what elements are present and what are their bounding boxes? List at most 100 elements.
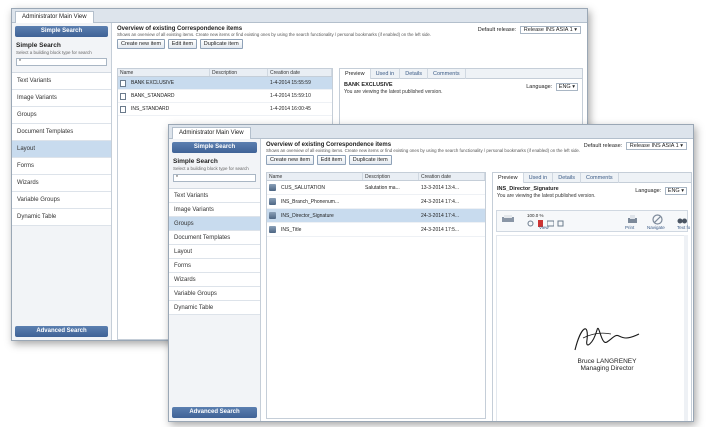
sidebar-item-layout[interactable]: Layout [169, 245, 260, 259]
sidebar-item-image-variants[interactable]: Image Variants [169, 203, 260, 217]
signature-image [574, 327, 640, 351]
advanced-search-button[interactable]: Advanced Search [15, 326, 108, 337]
search-input[interactable]: * [16, 58, 107, 66]
sidebar-description: Select a building block type for search [16, 50, 92, 55]
print-icon[interactable] [627, 214, 638, 225]
advanced-search-button[interactable]: Advanced Search [172, 407, 257, 418]
toolbar-label-print[interactable]: Print [625, 225, 634, 230]
window-tabbar: Administrator Main View [12, 9, 587, 23]
sidebar-item-groups[interactable]: Groups [12, 107, 111, 124]
tab-comments[interactable]: Comments [581, 173, 619, 183]
duplicate-item-button[interactable]: Duplicate item [348, 155, 392, 165]
copy-icon[interactable] [557, 220, 564, 227]
tab-administrator-main-view[interactable]: Administrator Main View [172, 127, 251, 139]
sidebar-item-dynamic-table[interactable]: Dynamic Table [12, 209, 111, 226]
release-label: Default release: [583, 143, 623, 149]
table-row[interactable]: INS_Director_Signature 24-3-2014 17:4... [267, 209, 485, 223]
chevron-down-icon: ▾ [572, 84, 575, 90]
table-row[interactable]: INS_Title 24-3-2014 17:5... [267, 223, 485, 237]
action-buttons: Create new item Edit item Duplicate item [113, 37, 587, 51]
toolbar-label-view[interactable]: View [539, 225, 549, 230]
release-selector: Default release: Release INS ASIA 1 ▾ [584, 142, 687, 150]
table-row[interactable]: BANK_STANDARD 1-4-2014 15:59:10 [118, 90, 332, 103]
sidebar-item-document-templates[interactable]: Document Templates [12, 124, 111, 141]
toolbar-label-text-format[interactable]: Text fo [677, 225, 690, 230]
tab-preview[interactable]: Preview [340, 69, 371, 79]
create-new-item-button[interactable]: Create new item [117, 39, 166, 49]
row-name: INS_Director_Signature [281, 212, 334, 219]
sidebar-item-variable-groups[interactable]: Variable Groups [169, 287, 260, 301]
tab-details[interactable]: Details [553, 173, 582, 183]
sidebar-item-forms[interactable]: Forms [12, 158, 111, 175]
edit-item-button[interactable]: Edit item [167, 39, 198, 49]
row-date: 1-4-2014 15:55:59 [270, 80, 311, 86]
main-panel: Overview of existing Correspondence item… [262, 139, 693, 421]
row-date: 13-3-2014 13:4... [421, 184, 460, 191]
table-row[interactable]: BANK EXCLUSIVE 1-4-2014 15:55:59 [118, 77, 332, 90]
column-description[interactable]: Description [210, 69, 268, 76]
release-selector: Default release: Release INS ASIA 1 ▾ [478, 26, 581, 34]
preview-scrollbar[interactable] [684, 235, 688, 421]
release-select[interactable]: Release INS ASIA 1 ▾ [519, 26, 581, 34]
release-select[interactable]: Release INS ASIA 1 ▾ [625, 142, 687, 150]
table-row[interactable]: INS_STANDARD 1-4-2014 16:00:45 [118, 103, 332, 116]
chevron-down-icon: ▾ [681, 188, 684, 194]
sidebar-item-layout[interactable]: Layout [12, 141, 111, 158]
toolbar-label-navigate[interactable]: Navigate [647, 225, 665, 230]
language-selector: Language: ENG ▾ [635, 187, 687, 195]
language-select[interactable]: ENG ▾ [664, 187, 687, 195]
column-description[interactable]: Description [363, 173, 419, 180]
building-block-list: Text Variants Image Variants Groups Docu… [169, 188, 260, 315]
language-select[interactable]: ENG ▾ [555, 83, 578, 91]
binoculars-icon[interactable] [677, 214, 687, 225]
tab-details[interactable]: Details [400, 69, 429, 79]
edit-item-button[interactable]: Edit item [316, 155, 347, 165]
row-date: 1-4-2014 15:59:10 [270, 93, 311, 99]
column-creation-date[interactable]: Creation date [419, 173, 485, 180]
column-name[interactable]: Name [267, 173, 363, 180]
rotate-icon[interactable] [527, 220, 534, 227]
sidebar-item-document-templates[interactable]: Document Templates [169, 231, 260, 245]
zoom-select[interactable]: 100.0 % [527, 213, 544, 218]
simple-search-button[interactable]: Simple Search [15, 26, 108, 37]
tab-preview[interactable]: Preview [493, 173, 524, 183]
action-buttons: Create new item Edit item Duplicate item [262, 153, 693, 167]
sidebar-item-wizards[interactable]: Wizards [12, 175, 111, 192]
window-tabbar: Administrator Main View [169, 125, 693, 139]
sidebar-item-text-variants[interactable]: Text Variants [169, 189, 260, 203]
column-creation-date[interactable]: Creation date [268, 69, 332, 76]
tab-administrator-main-view[interactable]: Administrator Main View [15, 11, 94, 23]
column-name[interactable]: Name [118, 69, 210, 76]
sidebar-item-dynamic-table[interactable]: Dynamic Table [169, 301, 260, 315]
search-input[interactable]: * [173, 174, 256, 182]
sidebar-item-text-variants[interactable]: Text Variants [12, 73, 111, 90]
tab-comments[interactable]: Comments [428, 69, 466, 79]
sidebar: Simple Search Simple Search Select a bui… [169, 139, 261, 421]
sidebar-description: Select a building block type for search [173, 166, 249, 171]
sidebar-item-forms[interactable]: Forms [169, 259, 260, 273]
table-header: Name Description Creation date [118, 69, 332, 77]
row-date: 24-3-2014 17:5... [421, 226, 460, 233]
simple-search-button[interactable]: Simple Search [172, 142, 257, 153]
group-icon [269, 198, 276, 205]
sidebar-item-variable-groups[interactable]: Variable Groups [12, 192, 111, 209]
language-label: Language: [526, 84, 553, 90]
sidebar-title: Simple Search [16, 42, 61, 49]
tab-used-in[interactable]: Used in [524, 173, 554, 183]
row-name: BANK_STANDARD [131, 93, 175, 100]
table-row[interactable]: CUS_SALUTATION Salutation ma... 13-3-201… [267, 181, 485, 195]
printer-setup-icon[interactable] [501, 214, 515, 224]
row-name: BANK EXCLUSIVE [131, 80, 175, 87]
create-new-item-button[interactable]: Create new item [266, 155, 315, 165]
row-date: 24-3-2014 17:4... [421, 198, 460, 205]
release-value: Release INS ASIA 1 [629, 143, 679, 149]
no-entry-icon[interactable] [652, 214, 663, 225]
sidebar-item-image-variants[interactable]: Image Variants [12, 90, 111, 107]
sidebar-item-groups[interactable]: Groups [169, 217, 260, 231]
row-name: CUS_SALUTATION [281, 184, 325, 191]
duplicate-item-button[interactable]: Duplicate item [199, 39, 243, 49]
tab-used-in[interactable]: Used in [371, 69, 401, 79]
table-row[interactable]: INS_Branch_Phonenum... 24-3-2014 17:4... [267, 195, 485, 209]
signatory-name: Bruce LANGRENEY [577, 358, 637, 365]
sidebar-item-wizards[interactable]: Wizards [169, 273, 260, 287]
